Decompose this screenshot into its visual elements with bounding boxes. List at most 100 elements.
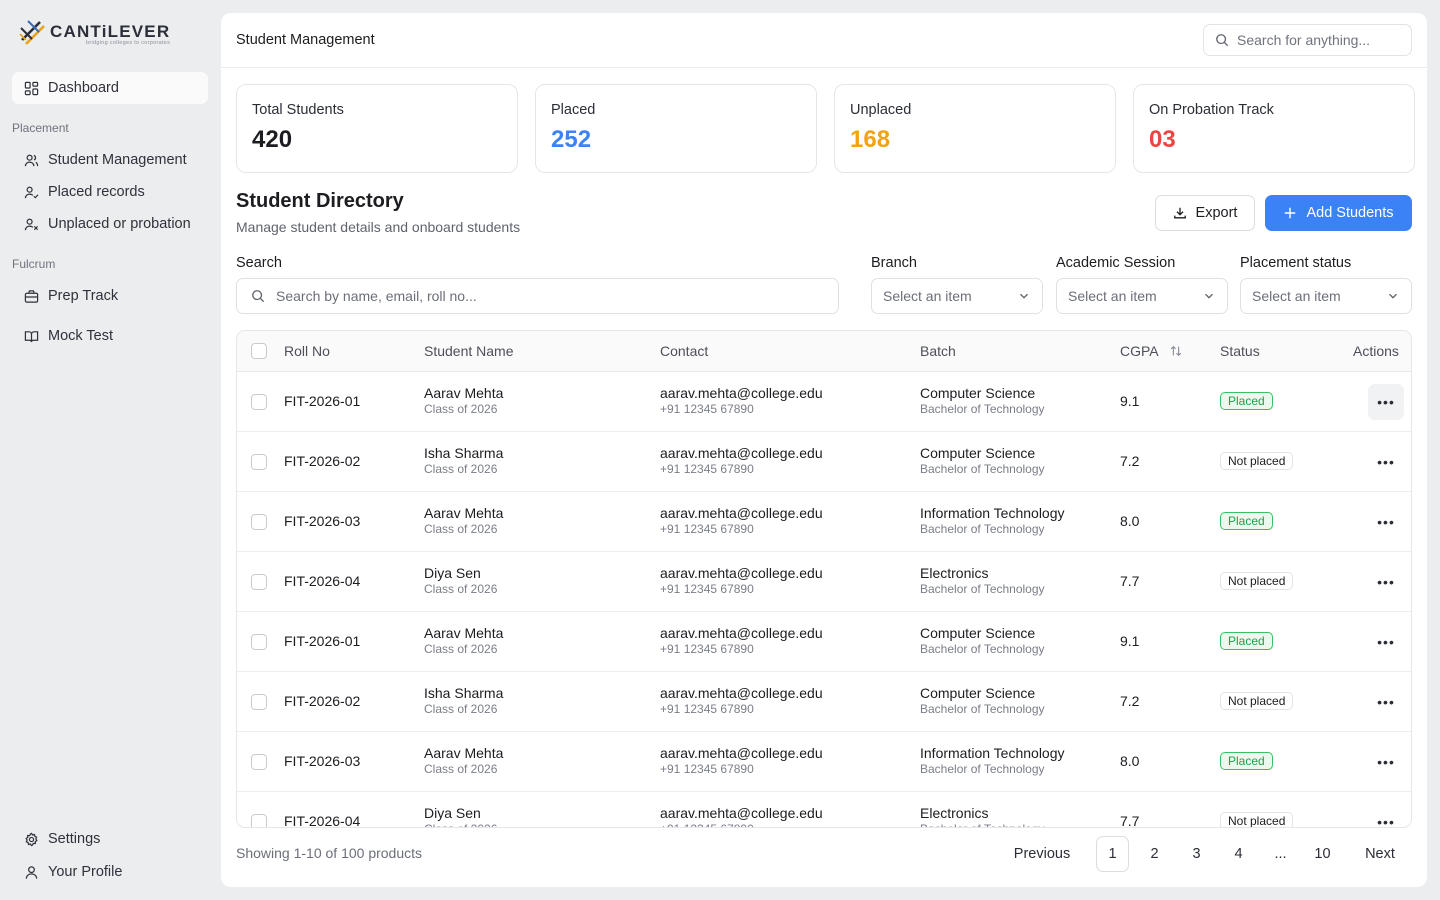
row-checkbox[interactable] — [251, 754, 267, 770]
student-name[interactable]: Diya Sen — [424, 565, 497, 581]
table-row[interactable]: FIT-2026-02 Isha Sharma Class of 2026 aarav… — [237, 672, 1411, 732]
directory-search-input[interactable]: Search by name, email, roll no... — [236, 278, 839, 314]
row-checkbox[interactable] — [251, 514, 267, 530]
nav-dashboard-label: Dashboard — [48, 80, 119, 96]
student-name[interactable]: Isha Sharma — [424, 685, 503, 701]
row-actions-button[interactable]: ••• — [1368, 444, 1404, 480]
student-name[interactable]: Aarav Mehta — [424, 505, 503, 521]
col-cgpa[interactable]: CGPA — [1120, 343, 1183, 359]
row-checkbox[interactable] — [251, 454, 267, 470]
status-badge: Placed — [1220, 632, 1273, 650]
status-select[interactable]: Select an item — [1240, 278, 1412, 314]
student-name[interactable]: Aarav Mehta — [424, 625, 503, 641]
pagination-next[interactable]: Next — [1358, 836, 1402, 872]
nav-placed-records[interactable]: Placed records — [12, 176, 208, 208]
export-button[interactable]: Export — [1155, 195, 1255, 231]
table-row[interactable]: FIT-2026-04 Diya SenClass of 2026 aarav.me… — [237, 792, 1411, 828]
nav-dashboard[interactable]: Dashboard — [12, 72, 208, 104]
contact-email[interactable]: aarav.mehta@college.edu — [660, 565, 823, 581]
table-header: Roll No Student Name Contact Batch CGPA … — [237, 331, 1411, 372]
student-class: Class of 2026 — [424, 522, 498, 536]
row-actions-button[interactable]: ••• — [1368, 564, 1404, 600]
batch-degree: Bachelor of Technology — [920, 402, 1045, 416]
branch-select[interactable]: Select an item — [871, 278, 1043, 314]
student-class: Class of 2026 — [424, 702, 498, 716]
stat-label: On Probation Track — [1149, 102, 1274, 118]
more-horizontal-icon: ••• — [1377, 394, 1395, 410]
row-actions-button[interactable]: ••• — [1368, 804, 1404, 828]
pagination-previous[interactable]: Previous — [1006, 836, 1078, 872]
student-class: Class of 2026 — [424, 582, 498, 596]
row-actions-button[interactable]: ••• — [1368, 684, 1404, 720]
contact-email[interactable]: aarav.mehta@college.edu — [660, 505, 823, 521]
row-checkbox[interactable] — [251, 574, 267, 590]
student-name[interactable]: Isha Sharma — [424, 445, 503, 461]
contact-email[interactable]: aarav.mehta@college.edu — [660, 685, 823, 701]
pagination-page-1[interactable]: 1 — [1096, 836, 1129, 872]
export-button-label: Export — [1195, 205, 1238, 221]
nav-mock-test[interactable]: Mock Test — [12, 320, 208, 352]
select-all-checkbox[interactable] — [251, 343, 267, 359]
stat-label: Unplaced — [850, 102, 912, 118]
contact-email[interactable]: aarav.mehta@college.edu — [660, 625, 823, 641]
row-checkbox[interactable] — [251, 634, 267, 650]
row-checkbox[interactable] — [251, 394, 267, 410]
chevron-down-icon — [1205, 293, 1213, 299]
col-roll-no: Roll No — [284, 343, 330, 359]
table-row[interactable]: FIT-2026-02 Isha Sharma Class of 2026 aarav… — [237, 432, 1411, 492]
table-row[interactable]: FIT-2026-03 Aarav Mehta Class of 2026 aarav… — [237, 732, 1411, 792]
pagination-page-2[interactable]: 2 — [1138, 836, 1171, 872]
global-search-placeholder: Search for anything... — [1237, 32, 1371, 48]
search-icon — [252, 290, 265, 303]
stat-value: 252 — [551, 126, 592, 153]
nav-prep-track[interactable]: Prep Track — [12, 280, 208, 312]
row-actions-button[interactable]: ••• — [1368, 624, 1404, 660]
roll-no: FIT-2026-04 — [284, 813, 361, 828]
contact-email[interactable]: aarav.mehta@college.edu — [660, 745, 823, 761]
page-title: Student Management — [236, 32, 375, 48]
add-students-button[interactable]: Add Students — [1265, 195, 1412, 231]
contact-email[interactable]: aarav.mehta@college.edu — [660, 385, 823, 401]
contact-email[interactable]: aarav.mehta@college.edu — [660, 805, 823, 821]
cgpa-value: 9.1 — [1120, 633, 1140, 649]
col-actions: Actions — [1353, 343, 1399, 359]
pagination-page-10[interactable]: 10 — [1306, 836, 1339, 872]
row-actions-button[interactable]: ••• — [1368, 384, 1404, 420]
table-row[interactable]: FIT-2026-01 Aarav Mehta Class of 2026 aarav… — [237, 612, 1411, 672]
student-name[interactable]: Diya Sen — [424, 805, 497, 821]
batch-degree: Bachelor of Technology — [920, 762, 1045, 776]
cgpa-value: 7.7 — [1120, 813, 1140, 828]
session-select[interactable]: Select an item — [1056, 278, 1228, 314]
row-actions-button[interactable]: ••• — [1368, 504, 1404, 540]
table-row[interactable]: FIT-2026-04 Diya SenClass of 2026 aarav.me… — [237, 552, 1411, 612]
nav-your-profile[interactable]: Your Profile — [12, 856, 208, 888]
nav-unplaced-probation[interactable]: Unplaced or probation — [12, 208, 208, 240]
plus-icon — [1285, 207, 1296, 219]
row-checkbox[interactable] — [251, 694, 267, 710]
session-filter-label: Academic Session — [1056, 255, 1176, 271]
row-actions-button[interactable]: ••• — [1368, 744, 1404, 780]
batch-degree: Bachelor of Technology — [920, 702, 1045, 716]
student-name[interactable]: Aarav Mehta — [424, 385, 503, 401]
stat-value: 03 — [1149, 126, 1176, 153]
nav-settings[interactable]: Settings — [12, 823, 208, 855]
stat-card-total: Total Students 420 — [236, 84, 518, 173]
pagination-page-4[interactable]: 4 — [1222, 836, 1255, 872]
contact-email[interactable]: aarav.mehta@college.edu — [660, 445, 823, 461]
more-horizontal-icon: ••• — [1377, 814, 1395, 828]
roll-no: FIT-2026-02 — [284, 693, 361, 709]
cgpa-value: 8.0 — [1120, 513, 1140, 529]
global-search-input[interactable]: Search for anything... — [1203, 24, 1412, 56]
nav-student-management[interactable]: Student Management — [12, 144, 208, 176]
more-horizontal-icon: ••• — [1377, 634, 1395, 650]
pagination-summary: Showing 1-10 of 100 products — [236, 845, 423, 861]
student-name[interactable]: Aarav Mehta — [424, 745, 503, 761]
pagination-page-3[interactable]: 3 — [1180, 836, 1213, 872]
table-row[interactable]: FIT-2026-03 Aarav Mehta Class of 2026 aarav… — [237, 492, 1411, 552]
directory-title: Student Directory — [236, 190, 404, 212]
cgpa-value: 7.2 — [1120, 453, 1140, 469]
table-row[interactable]: FIT-2026-01 Aarav Mehta Class of 2026 aarav… — [237, 372, 1411, 432]
brand-logo[interactable]: CANTiLEVER bridging colleges to corporat… — [18, 18, 170, 46]
row-checkbox[interactable] — [251, 814, 267, 827]
search-filter-label: Search — [236, 255, 282, 271]
